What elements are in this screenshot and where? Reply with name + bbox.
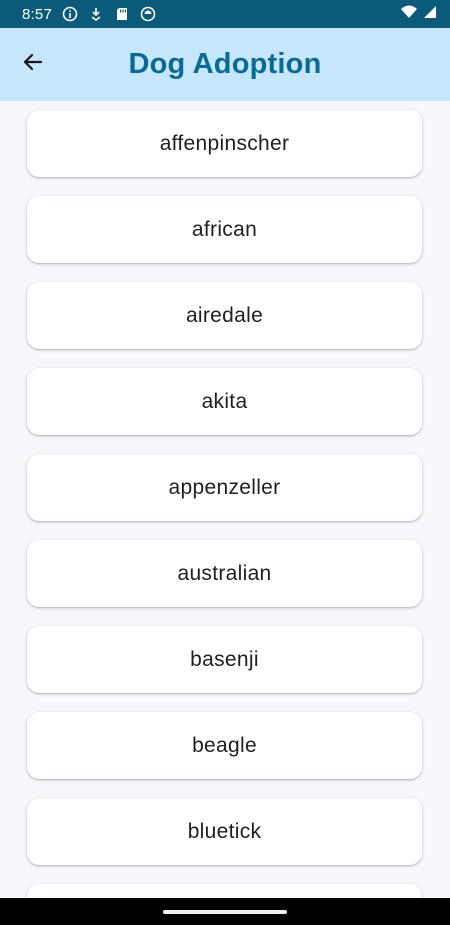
home-indicator[interactable] <box>163 909 287 914</box>
page-title: Dog Adoption <box>128 48 322 80</box>
status-time: 8:57 <box>22 5 52 23</box>
breed-card-bluetick[interactable]: bluetick <box>27 798 422 865</box>
wifi-icon <box>400 4 418 24</box>
back-button[interactable] <box>14 47 50 83</box>
info-icon <box>62 6 78 22</box>
breed-card-australian[interactable]: australian <box>27 540 422 607</box>
status-right <box>400 4 438 24</box>
app-bar: Dog Adoption <box>0 28 450 101</box>
cell-signal-icon <box>422 4 438 24</box>
arrow-left-icon <box>21 51 43 78</box>
breed-card-akita[interactable]: akita <box>27 368 422 435</box>
breed-card-african[interactable]: african <box>27 196 422 263</box>
breed-card-appenzeller[interactable]: appenzeller <box>27 454 422 521</box>
breed-list[interactable]: affenpinscher african airedale akita app… <box>0 101 450 898</box>
system-nav-bar <box>0 898 450 925</box>
breed-card-airedale[interactable]: airedale <box>27 282 422 349</box>
breed-card-basenji[interactable]: basenji <box>27 626 422 693</box>
breed-card-partial[interactable] <box>27 884 422 898</box>
breed-card-beagle[interactable]: beagle <box>27 712 422 779</box>
sync-icon <box>140 6 156 22</box>
status-bar: 8:57 <box>0 0 450 28</box>
sd-card-icon <box>114 6 130 22</box>
download-icon <box>88 6 104 22</box>
breed-card-affenpinscher[interactable]: affenpinscher <box>27 110 422 177</box>
